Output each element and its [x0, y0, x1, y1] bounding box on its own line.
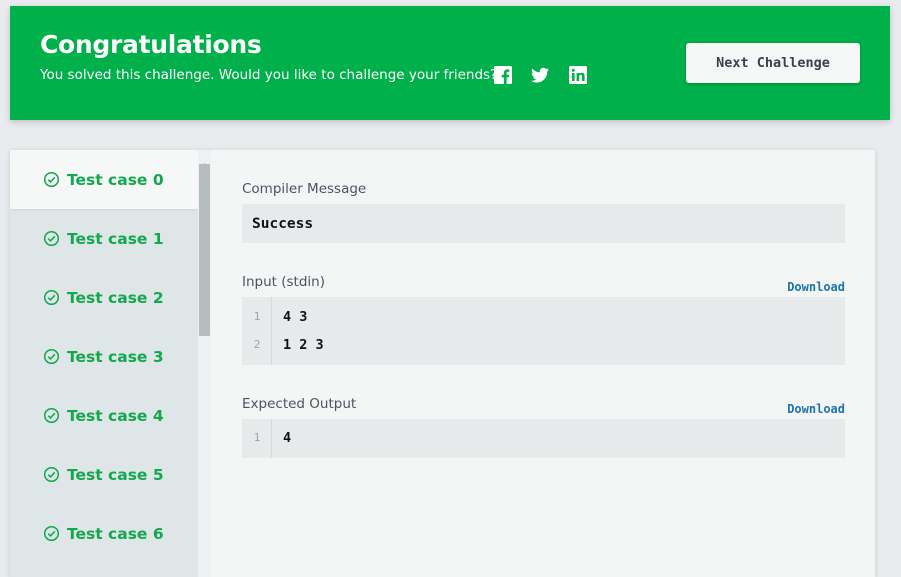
compiler-message-label: Compiler Message: [242, 181, 367, 197]
test-case-5-tab[interactable]: Test case 5: [10, 445, 198, 504]
test-case-label: Test case 6: [67, 524, 164, 543]
check-circle-icon: [43, 171, 60, 188]
check-circle-icon: [43, 348, 60, 365]
code-line: 1 4: [242, 424, 845, 452]
test-case-6-tab[interactable]: Test case 6: [10, 504, 198, 563]
test-case-label: Test case 5: [67, 465, 164, 484]
test-case-2-tab[interactable]: Test case 2: [10, 268, 198, 327]
line-content: 4: [283, 430, 292, 446]
test-case-sidebar: Test case 0 Test case 1 Test case 2 Test…: [10, 150, 198, 577]
next-challenge-button[interactable]: Next Challenge: [686, 43, 860, 83]
banner-subtitle: You solved this challenge. Would you lik…: [40, 67, 498, 83]
banner-title: Congratulations: [40, 30, 262, 59]
line-number: 1: [253, 310, 261, 323]
test-case-label: Test case 2: [67, 288, 164, 307]
test-case-0-tab[interactable]: Test case 0: [10, 150, 198, 209]
test-results-panel: Test case 0 Test case 1 Test case 2 Test…: [10, 150, 875, 577]
line-content: 1 2 3: [283, 337, 324, 353]
check-circle-icon: [43, 466, 60, 483]
expected-output-label: Expected Output: [242, 396, 357, 412]
check-circle-icon: [43, 230, 60, 247]
test-case-label: Test case 3: [67, 347, 164, 366]
input-download-link[interactable]: Download: [787, 280, 845, 294]
sidebar-scrollbar[interactable]: [198, 150, 211, 577]
facebook-icon[interactable]: [493, 65, 513, 85]
scroll-up-arrow-icon[interactable]: [200, 153, 209, 167]
scroll-down-arrow-icon[interactable]: [200, 567, 209, 573]
check-circle-icon: [43, 289, 60, 306]
code-line: 1 4 3: [242, 303, 845, 331]
code-line: 2 1 2 3: [242, 331, 845, 359]
expected-output-code-box: 1 4: [242, 419, 845, 458]
scrollbar-thumb[interactable]: [199, 164, 210, 336]
twitter-icon[interactable]: [530, 65, 550, 85]
test-case-4-tab[interactable]: Test case 4: [10, 386, 198, 445]
test-case-1-tab[interactable]: Test case 1: [10, 209, 198, 268]
input-label: Input (stdin): [242, 274, 325, 290]
success-banner: Congratulations You solved this challeng…: [10, 6, 890, 120]
line-content: 4 3: [283, 309, 308, 325]
test-case-label: Test case 0: [67, 170, 164, 189]
test-case-3-tab[interactable]: Test case 3: [10, 327, 198, 386]
compiler-message-box: Success: [242, 204, 845, 243]
check-circle-icon: [43, 525, 60, 542]
test-case-label: Test case 4: [67, 406, 164, 425]
test-case-label: Test case 1: [67, 229, 164, 248]
input-code-box: 1 4 3 2 1 2 3: [242, 297, 845, 365]
expected-output-download-link[interactable]: Download: [787, 402, 845, 416]
linkedin-icon[interactable]: [568, 65, 588, 85]
line-number: 1: [253, 431, 261, 444]
check-circle-icon: [43, 407, 60, 424]
line-number: 2: [253, 338, 261, 351]
